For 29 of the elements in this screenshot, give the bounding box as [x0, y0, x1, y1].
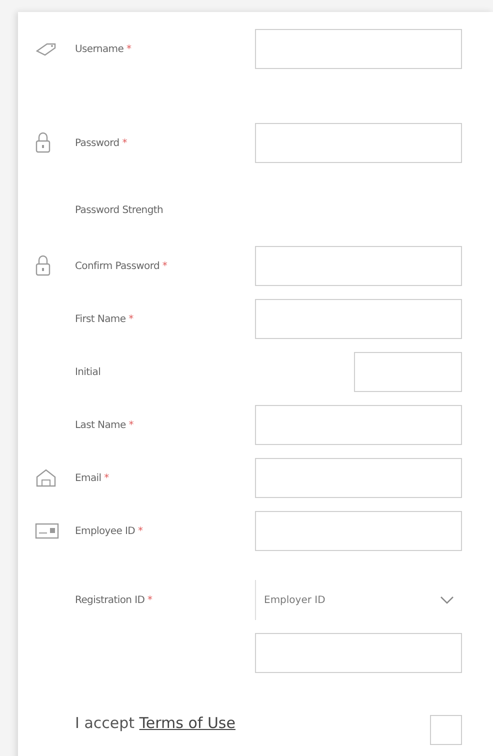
field-label: Initial [75, 366, 101, 378]
input-field[interactable] [255, 246, 462, 286]
terms-text: I accept Terms of Use [75, 714, 236, 732]
field-label: Last Name * [75, 420, 134, 430]
field-label: Password Strength [75, 204, 164, 216]
input-field[interactable] [354, 352, 462, 392]
input-field[interactable] [255, 405, 462, 445]
field-label: Employee ID * [75, 526, 143, 536]
terms-link[interactable]: Terms of Use [139, 714, 236, 732]
field-label: Confirm Password * [75, 260, 168, 272]
input-field[interactable] [255, 299, 462, 339]
input-field[interactable] [255, 633, 462, 673]
house-icon [35, 468, 57, 488]
id-card-icon [35, 523, 59, 539]
lock-icon [35, 132, 51, 154]
dropdown[interactable]: Employer ID [255, 580, 462, 620]
lock-icon [35, 255, 51, 277]
input-field[interactable] [255, 458, 462, 498]
checkbox[interactable] [430, 715, 462, 745]
input-field[interactable] [255, 29, 462, 69]
tag-icon [35, 42, 57, 56]
input-field[interactable] [255, 123, 462, 163]
field-label: Password * [75, 138, 127, 148]
chevron-down-icon [440, 596, 454, 604]
field-label: First Name * [75, 314, 134, 324]
field-label: Email * [75, 472, 109, 484]
input-field[interactable] [255, 511, 462, 551]
field-label: Registration ID * [75, 594, 152, 606]
field-label: Username * [75, 44, 132, 54]
